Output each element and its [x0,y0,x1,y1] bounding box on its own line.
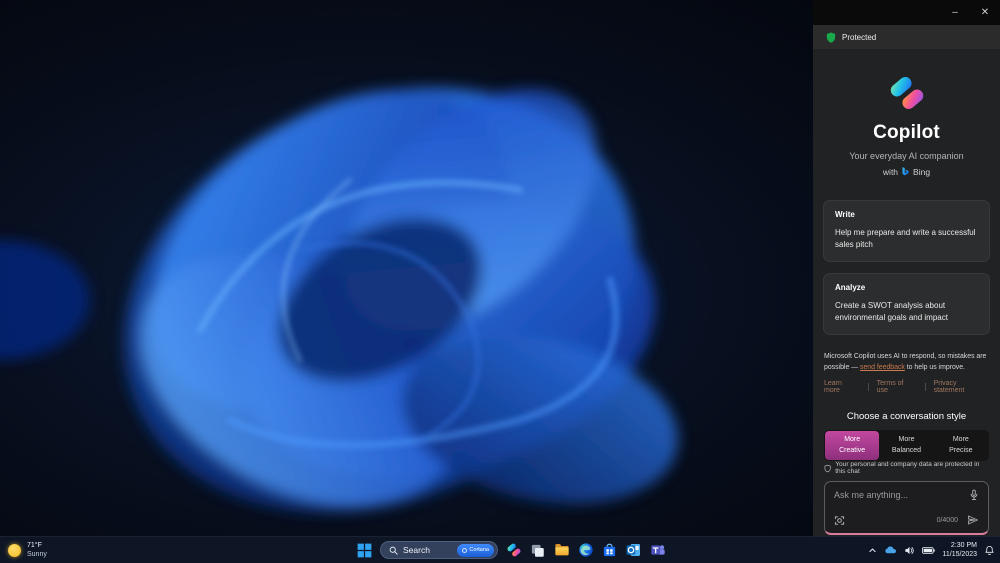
terms-of-use-link[interactable]: Terms of use [877,380,917,394]
divider [867,383,869,392]
file-explorer-icon [554,544,569,556]
teams-button[interactable] [649,542,666,559]
shield-protected-icon [826,32,836,43]
style-more-precise[interactable]: More Precise [934,431,988,460]
suggestion-card-analyze[interactable]: Analyze Create a SWOT analysis about env… [823,272,990,335]
conversation-style-toggle: More Creative More Balanced More Precise [824,430,989,462]
learn-more-link[interactable]: Learn more [824,380,860,394]
microsoft-store-icon [603,543,616,556]
copilot-subtitle: Your everyday AI companion [849,151,964,161]
taskbar-search-box[interactable]: Search Cortana [380,541,498,559]
suggestion-card-write[interactable]: Write Help me prepare and write a succes… [823,200,990,262]
battery-icon[interactable] [922,546,936,555]
volume-icon[interactable] [904,545,915,556]
onedrive-cloud-icon[interactable] [884,545,897,555]
panel-titlebar: – ✕ [813,0,1000,25]
shield-outline-icon [824,464,831,473]
protected-label: Protected [842,32,877,42]
desktop: – ✕ Protected Copilot Your everyday AI c… [0,0,1000,563]
taskbar: 71°F Sunny Search Cortana 2:30 PM 11/15/… [0,536,1000,563]
style-more-balanced[interactable]: More Balanced [879,431,933,460]
copilot-body: Copilot Your everyday AI companion with … [813,49,1000,537]
card-title: Analyze [835,282,866,292]
search-label: Search [403,545,430,555]
legal-links: Learn more Terms of use Privacy statemen… [824,380,989,394]
card-title: Write [835,210,855,219]
windows-start-icon [357,543,372,557]
style-label: Balanced [891,446,922,454]
card-text: Help me prepare and write a successful s… [835,228,976,250]
copilot-taskbar-icon [505,542,522,558]
weather-widget[interactable]: 71°F Sunny [8,537,47,563]
ai-disclaimer: Microsoft Copilot uses AI to respond, so… [824,351,989,374]
bing-icon [902,167,909,176]
minimize-button[interactable]: – [940,0,970,25]
with-bing-row: with Bing [883,167,930,177]
disclaimer-text-end: to help us improve. [904,363,965,371]
protected-bar: Protected [813,25,1000,49]
screenshot-capture-icon[interactable] [834,515,845,526]
edge-button[interactable] [577,542,594,559]
start-button[interactable] [356,542,373,559]
divider [924,383,926,392]
conversation-style-heading: Choose a conversation style [846,411,967,423]
privacy-statement-link[interactable]: Privacy statement [934,380,989,394]
cortana-icon [462,547,468,553]
tray-date: 11/15/2023 [942,551,977,558]
cortana-badge-label: Cortana [469,547,489,553]
style-label: More [898,436,915,444]
taskbar-copilot-button[interactable] [505,542,522,559]
style-label: Precise [949,446,973,454]
outlook-icon [626,544,640,556]
task-view-icon [531,544,544,557]
close-button[interactable]: ✕ [970,0,1000,25]
outlook-button[interactable] [625,542,642,559]
copilot-panel: – ✕ Protected Copilot Your everyday AI c… [813,0,1000,537]
style-label: Creative [839,446,866,454]
send-icon[interactable] [967,514,979,526]
data-protection-note: Your personal and company data are prote… [824,461,989,475]
weather-temperature: 71°F [27,541,42,549]
style-label: More [952,436,969,444]
chat-input-box: 0/4000 [824,481,989,536]
char-counter: 0/4000 [936,516,958,524]
card-text: Create a SWOT analysis about environment… [835,300,948,323]
weather-condition: Sunny [27,551,47,558]
microsoft-store-button[interactable] [601,542,618,559]
tray-overflow-chevron-icon[interactable] [868,546,877,555]
cortana-badge[interactable]: Cortana [457,543,494,557]
task-view-button[interactable] [529,542,546,559]
chat-input[interactable] [834,490,964,501]
system-tray: 2:30 PM 11/15/2023 [868,537,995,563]
copilot-title: Copilot [873,122,940,143]
clock-widget[interactable]: 2:30 PM 11/15/2023 [942,541,977,560]
microphone-icon[interactable] [969,489,979,501]
taskbar-center: Search Cortana [356,537,666,563]
with-label: with [882,167,899,177]
style-more-creative[interactable]: More Creative [825,431,880,461]
send-feedback-link[interactable]: send feedback [860,364,905,371]
tray-time: 2:30 PM [950,541,977,549]
bing-label: Bing [913,167,931,177]
copilot-logo-icon [887,74,926,112]
style-label: More [844,436,861,444]
file-explorer-button[interactable] [553,542,570,559]
search-icon [389,546,398,555]
edge-icon [578,543,593,557]
teams-icon [650,545,665,555]
sunny-icon [8,543,21,557]
data-protection-text: Your personal and company data are prote… [835,461,980,476]
notifications-bell-icon[interactable] [984,545,995,556]
